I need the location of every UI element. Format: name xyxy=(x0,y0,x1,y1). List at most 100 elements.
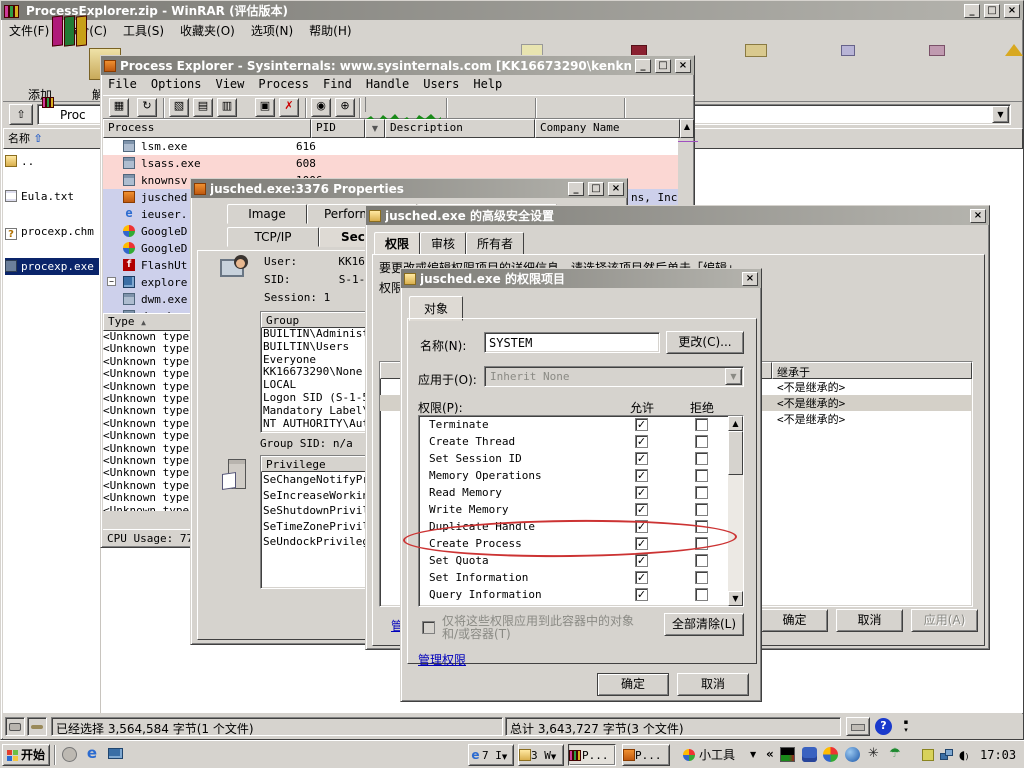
menu-users[interactable]: Users xyxy=(416,76,466,92)
deny-checkbox[interactable] xyxy=(695,503,708,516)
winrar-close-button[interactable]: × xyxy=(1004,4,1020,18)
scroll-thumb[interactable] xyxy=(728,431,743,475)
start-button[interactable]: 开始 xyxy=(2,744,50,766)
col-pid[interactable]: PID xyxy=(311,119,365,138)
tray-network-icon[interactable] xyxy=(940,749,953,761)
deny-checkbox[interactable] xyxy=(695,588,708,601)
keyboard-button[interactable] xyxy=(846,717,870,736)
procexp-maximize-button[interactable]: □ xyxy=(655,59,671,73)
file-row-exe-selected[interactable]: procexp.exe xyxy=(5,258,99,275)
col-process[interactable]: Process xyxy=(103,119,311,138)
tray-swirl-icon[interactable] xyxy=(823,747,838,762)
winrar-titlebar[interactable]: ProcessExplorer.zip - WinRAR (评估版本) _ □ … xyxy=(1,1,1023,20)
advanced-cancel-button[interactable]: 取消 xyxy=(836,609,903,632)
name-field[interactable]: SYSTEM xyxy=(484,332,660,353)
col-type[interactable]: Type ▲ xyxy=(103,313,200,331)
procexp-titlebar[interactable]: Process Explorer - Sysinternals: www.sys… xyxy=(101,56,694,75)
deny-checkbox[interactable] xyxy=(695,435,708,448)
allow-checkbox[interactable] xyxy=(635,452,648,465)
properties-maximize-button[interactable]: □ xyxy=(588,182,604,196)
tray-cpu-graph-icon[interactable] xyxy=(780,747,795,762)
permentry-close-button[interactable]: × xyxy=(742,272,758,286)
clear-all-button[interactable]: 全部清除(L) xyxy=(664,613,744,636)
permission-row[interactable]: Write Memory xyxy=(419,501,743,518)
advanced-titlebar[interactable]: jusched.exe 的高级安全设置 × xyxy=(366,206,989,225)
save-button[interactable]: ▦ xyxy=(109,98,129,117)
tab-permissions[interactable]: 权限 xyxy=(374,232,420,255)
col-sort[interactable]: ▼ xyxy=(365,119,385,138)
permentry-titlebar[interactable]: jusched.exe 的权限项目 × xyxy=(401,269,761,288)
show-process-tree-button[interactable]: ▤ xyxy=(193,98,213,117)
process-row[interactable]: lsm.exe 616 xyxy=(103,138,678,155)
deny-checkbox[interactable] xyxy=(695,554,708,567)
properties-button[interactable]: ▣ xyxy=(255,98,275,117)
scrollbar-up-button[interactable]: ▲ xyxy=(680,119,694,138)
properties-titlebar[interactable]: jusched.exe:3376 Properties _ □ × xyxy=(191,179,627,198)
handle-list[interactable]: <Unknown type<Unknown type<Unknown type<… xyxy=(103,331,200,511)
menu-options[interactable]: 选项(N) xyxy=(243,20,301,41)
tab-owner[interactable]: 所有者 xyxy=(466,232,524,255)
tray-globe-icon[interactable] xyxy=(845,747,860,762)
procexp-close-button[interactable]: × xyxy=(675,59,691,73)
process-row[interactable]: lsass.exe 608 xyxy=(103,155,678,172)
task-button-procexp[interactable]: P... xyxy=(622,744,670,766)
scroll-down-button[interactable]: ▼ xyxy=(728,591,743,606)
allow-checkbox[interactable] xyxy=(635,571,648,584)
tree-collapse-toggle[interactable]: − xyxy=(107,277,116,286)
permissions-listbox[interactable]: Terminate Create Thread Set Session ID M… xyxy=(418,415,744,607)
file-row-eula[interactable]: Eula.txt xyxy=(5,188,99,205)
menu-process[interactable]: Process xyxy=(251,76,316,92)
permission-row[interactable]: Read Memory xyxy=(419,484,743,501)
tray-volume-icon[interactable]: ◖) xyxy=(959,748,968,764)
file-row-chm[interactable]: procexp.chm xyxy=(5,223,99,240)
tab-auditing[interactable]: 审核 xyxy=(420,232,466,255)
manage-permissions-link[interactable]: 管理权限 xyxy=(418,651,466,668)
permission-row[interactable]: Set Session ID xyxy=(419,450,743,467)
deny-checkbox[interactable] xyxy=(695,486,708,499)
allow-checkbox[interactable] xyxy=(635,503,648,516)
menu-favorites[interactable]: 收藏夹(O) xyxy=(172,20,243,41)
file-row-updir[interactable]: .. xyxy=(5,153,99,170)
deny-checkbox[interactable] xyxy=(695,571,708,584)
deny-checkbox[interactable] xyxy=(695,452,708,465)
permentry-ok-button[interactable]: 确定 xyxy=(597,673,669,696)
status-scroll-arrows[interactable]: ▪▾ xyxy=(900,718,912,735)
properties-minimize-button[interactable]: _ xyxy=(568,182,584,196)
menu-view[interactable]: View xyxy=(208,76,251,92)
tray-power-icon[interactable] xyxy=(922,749,934,761)
menu-help[interactable]: Help xyxy=(466,76,509,92)
quicklaunch-show-desktop-icon[interactable] xyxy=(108,748,123,759)
permission-row[interactable]: Memory Operations xyxy=(419,467,743,484)
tab-tcpip[interactable]: TCP/IP xyxy=(227,227,319,247)
permission-row[interactable]: Query Information xyxy=(419,586,743,603)
allow-checkbox[interactable] xyxy=(635,469,648,482)
quicklaunch-opera-icon[interactable] xyxy=(62,747,77,762)
menu-help[interactable]: 帮助(H) xyxy=(301,20,359,41)
allow-checkbox[interactable] xyxy=(635,588,648,601)
advanced-close-button[interactable]: × xyxy=(970,209,986,223)
change-button[interactable]: 更改(C)... xyxy=(666,331,744,354)
winrar-maximize-button[interactable]: □ xyxy=(984,4,1000,18)
advanced-ok-button[interactable]: 确定 xyxy=(761,609,828,632)
task-button-ie-group[interactable]: 7 I▼ xyxy=(468,744,514,766)
find-window-target-button[interactable]: ⊕ xyxy=(335,98,355,117)
refresh-button[interactable]: ↻ xyxy=(137,98,157,117)
procexp-minimize-button[interactable]: _ xyxy=(635,59,651,73)
task-button-winrar[interactable]: P... xyxy=(568,744,616,766)
permission-row[interactable]: Create Thread xyxy=(419,433,743,450)
tray-spider-icon[interactable]: ✳ xyxy=(866,747,881,762)
permission-row[interactable]: Set Information xyxy=(419,569,743,586)
tray-shield-icon[interactable] xyxy=(802,747,817,762)
allow-checkbox[interactable] xyxy=(635,486,648,499)
quicklaunch-ie-icon[interactable] xyxy=(84,746,100,762)
allow-checkbox[interactable] xyxy=(635,554,648,567)
tray-chevron-icon[interactable]: « xyxy=(766,747,774,761)
properties-close-button[interactable]: × xyxy=(608,182,624,196)
tab-image[interactable]: Image xyxy=(227,204,307,224)
add-archive-button[interactable]: 添加 xyxy=(11,44,69,102)
find-handle-button[interactable]: ◉ xyxy=(311,98,331,117)
permissions-scrollbar[interactable]: ▲ ▼ xyxy=(728,416,743,606)
task-button-explorer-group[interactable]: 3 W▼ xyxy=(518,744,564,766)
menu-file[interactable]: File xyxy=(101,76,144,92)
select-columns-button[interactable]: ▥ xyxy=(217,98,237,117)
